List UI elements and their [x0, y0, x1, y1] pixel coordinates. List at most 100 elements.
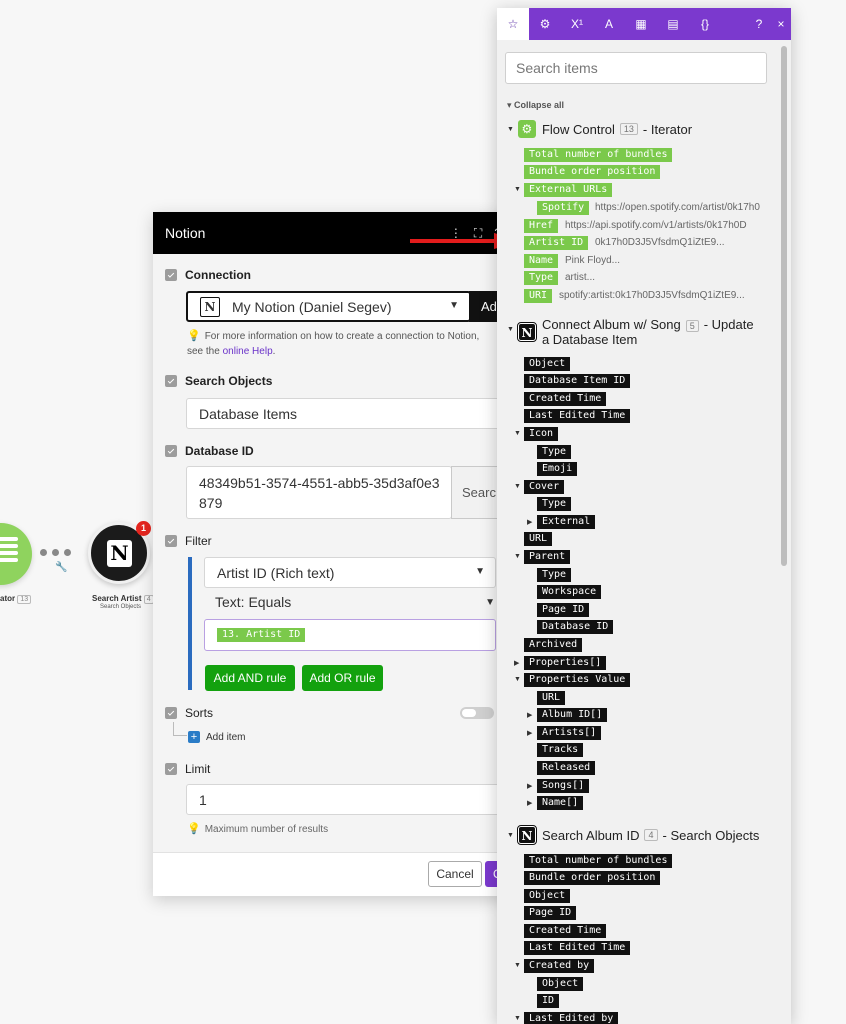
item-parent-type[interactable]: Type	[537, 568, 572, 582]
item-object-3[interactable]: Object	[524, 889, 571, 903]
value-type: artist...	[565, 272, 596, 283]
search-objects-section-header[interactable]: Search Objects	[165, 370, 272, 392]
item-name-array[interactable]: Name[]	[537, 796, 584, 810]
item-created-time-3[interactable]: Created Time	[524, 924, 607, 938]
item-prop-url[interactable]: URL	[537, 691, 566, 705]
close-icon[interactable]: ×	[771, 8, 791, 40]
item-songs[interactable]: Songs[]	[537, 779, 590, 793]
wrench-icon[interactable]: 🔧	[55, 562, 67, 573]
filter-field-select[interactable]: Artist ID (Rich text) ▼	[204, 557, 496, 588]
item-spotify[interactable]: Spotify	[537, 201, 590, 215]
item-page-id[interactable]: Page ID	[537, 603, 590, 617]
tab-text[interactable]: A	[593, 8, 625, 40]
tab-date[interactable]: ▦	[625, 8, 657, 40]
sorts-checkbox-icon	[165, 707, 177, 719]
artist-id-variable-pill[interactable]: 13. Artist ID	[217, 628, 306, 642]
tab-array[interactable]: ▤	[657, 8, 689, 40]
notion-icon: N	[516, 825, 537, 845]
item-total-bundles[interactable]: Total number of bundles	[524, 148, 673, 162]
item-icon-type[interactable]: Type	[537, 445, 572, 459]
item-archived[interactable]: Archived	[524, 638, 583, 652]
item-properties-array[interactable]: Properties[]	[524, 656, 607, 670]
item-created-by-object[interactable]: Object	[537, 977, 584, 991]
item-emoji[interactable]: Emoji	[537, 462, 578, 476]
item-bundle-order[interactable]: Bundle order position	[524, 165, 661, 179]
tab-general[interactable]: ⚙	[529, 8, 561, 40]
database-id-input[interactable]: 48349b51-3574-4551-abb5-35d3af0e3879	[186, 466, 452, 519]
item-bundle-order-3[interactable]: Bundle order position	[524, 871, 661, 885]
item-uri[interactable]: URI	[524, 289, 553, 303]
group-search-album-id[interactable]: ▼ N Search Album ID 4- Search Objects	[507, 825, 759, 845]
item-tracks[interactable]: Tracks	[537, 743, 584, 757]
item-workspace[interactable]: Workspace	[537, 585, 602, 599]
group-connect-album[interactable]: ▼ N Connect Album w/ Song 5- Update a Dat…	[507, 318, 754, 347]
caret-right-icon: ▶	[527, 519, 533, 526]
tab-favorites[interactable]: ☆	[497, 8, 529, 40]
caret-right-icon: ▶	[514, 660, 520, 667]
item-external[interactable]: External	[537, 515, 596, 529]
value-name: Pink Floyd...	[565, 255, 621, 266]
item-type[interactable]: Type	[524, 271, 559, 285]
item-released[interactable]: Released	[537, 761, 596, 775]
module-connector[interactable]	[34, 545, 88, 559]
help-icon[interactable]: ?	[747, 8, 771, 40]
item-last-edited-by[interactable]: Last Edited by	[524, 1012, 619, 1024]
item-external-urls[interactable]: External URLs	[524, 183, 613, 197]
connection-section-header[interactable]: Connection	[165, 264, 251, 286]
filter-value-input[interactable]: 13. Artist ID	[204, 619, 496, 651]
item-artist-id[interactable]: Artist ID	[524, 236, 589, 250]
filter-group-bar	[188, 557, 192, 690]
add-or-rule-button[interactable]: Add OR rule	[302, 665, 383, 691]
item-artists[interactable]: Artists[]	[537, 726, 602, 740]
iterator-module-node[interactable]	[0, 523, 32, 585]
panel-scrollbar[interactable]	[781, 46, 787, 566]
item-last-edited-time-3[interactable]: Last Edited Time	[524, 941, 631, 955]
cancel-button[interactable]: Cancel	[428, 861, 482, 887]
item-album-id[interactable]: Album ID[]	[537, 708, 608, 722]
limit-section-header[interactable]: Limit	[165, 758, 210, 780]
tab-json[interactable]: {}	[689, 8, 721, 40]
panel-tabs: ☆ ⚙ X¹ A ▦ ▤ {} ? ×	[497, 8, 791, 40]
item-icon[interactable]: Icon	[524, 427, 559, 441]
caret-down-icon: ▼	[507, 125, 514, 133]
group-flow-control[interactable]: ▼ ⚙ Flow Control 13- Iterator	[507, 120, 692, 138]
item-href[interactable]: Href	[524, 219, 559, 233]
database-id-section-header[interactable]: Database ID	[165, 440, 254, 462]
search-objects-checkbox-icon	[165, 375, 177, 387]
search-objects-select[interactable]: Database Items	[186, 398, 513, 429]
item-url[interactable]: URL	[524, 532, 553, 546]
item-created-time[interactable]: Created Time	[524, 392, 607, 406]
caret-right-icon: ▶	[527, 783, 533, 790]
search-items-input[interactable]: Search items	[505, 52, 767, 84]
limit-input[interactable]: 1	[186, 784, 513, 815]
caret-down-icon: ▼	[507, 326, 514, 333]
item-properties-value[interactable]: Properties Value	[524, 673, 631, 687]
add-sort-item[interactable]: + Add item	[188, 731, 245, 743]
item-page-id-3[interactable]: Page ID	[524, 906, 577, 920]
item-total-bundles-3[interactable]: Total number of bundles	[524, 854, 673, 868]
filter-section-header[interactable]: Filter	[165, 530, 212, 552]
chevron-down-icon: ▼	[449, 300, 459, 311]
add-and-rule-button[interactable]: Add AND rule	[205, 665, 295, 691]
sorts-toggle[interactable]	[460, 707, 494, 719]
item-cover-type[interactable]: Type	[537, 497, 572, 511]
item-object[interactable]: Object	[524, 357, 571, 371]
item-database-item-id[interactable]: Database Item ID	[524, 374, 631, 388]
item-database-id[interactable]: Database ID	[537, 620, 614, 634]
caret-down-icon: ▼	[507, 831, 514, 839]
tab-math[interactable]: X¹	[561, 8, 593, 40]
item-last-edited-time[interactable]: Last Edited Time	[524, 409, 631, 423]
item-created-by[interactable]: Created by	[524, 959, 595, 973]
item-parent[interactable]: Parent	[524, 550, 571, 564]
collapse-all-button[interactable]: ▾ Collapse all	[507, 100, 564, 111]
notion-module-node[interactable]: N 1	[88, 521, 151, 584]
online-help-link[interactable]: online Help	[223, 346, 273, 357]
dialog-title: Notion	[165, 225, 206, 241]
filter-operator-select[interactable]: Text: Equals ▼	[215, 594, 495, 616]
caret-down-icon: ▼	[514, 186, 521, 193]
connection-select[interactable]: N My Notion (Daniel Segev) ▼	[186, 291, 471, 322]
item-cover[interactable]: Cover	[524, 480, 565, 494]
item-name[interactable]: Name	[524, 254, 559, 268]
sorts-section-header[interactable]: Sorts	[165, 702, 213, 724]
item-created-by-id[interactable]: ID	[537, 994, 560, 1008]
